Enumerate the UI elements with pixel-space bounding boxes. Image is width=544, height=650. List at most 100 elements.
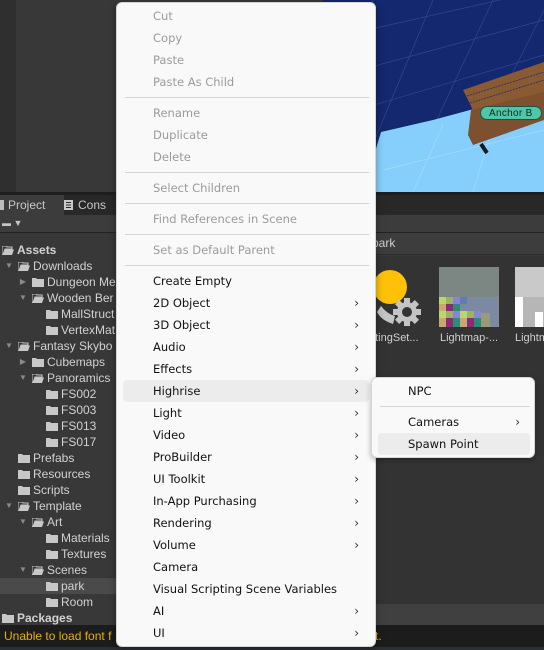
chevron-right-icon: › (354, 318, 359, 332)
tree-item-wooden-bench[interactable]: ▼ Wooden Ber (0, 290, 125, 306)
folder-icon (46, 598, 58, 607)
tree-item-materials[interactable]: Materials (0, 530, 125, 546)
lightmap-1-thumbnail[interactable] (515, 267, 544, 327)
tree-item-label: Panoramics (47, 371, 111, 385)
lightmap-0-thumbnail[interactable] (439, 267, 499, 327)
menu-item-light[interactable]: Light › (123, 402, 369, 424)
expand-arrow-down-icon[interactable]: ▼ (18, 562, 28, 578)
menu-item-ui-toolkit[interactable]: UI Toolkit › (123, 468, 369, 490)
menu-item-copy[interactable]: Copy (123, 27, 369, 49)
menu-item-paste[interactable]: Paste (123, 49, 369, 71)
menu-item-2d-object[interactable]: 2D Object › (123, 292, 369, 314)
menu-item-set-as-default-parent[interactable]: Set as Default Parent (123, 239, 369, 261)
menu-item-volume[interactable]: Volume › (123, 534, 369, 556)
expand-arrow-down-icon[interactable]: ▼ (4, 498, 14, 514)
menu-item-label: In-App Purchasing (153, 494, 257, 508)
menu-item-highrise[interactable]: Highrise › (123, 380, 369, 402)
menu-item-label: Cameras (408, 415, 460, 429)
menu-item-cut[interactable]: Cut (123, 5, 369, 27)
tab-console[interactable]: Cons (64, 195, 124, 215)
asset-label-lightingsettings[interactable]: htingSet... (369, 332, 419, 344)
folder-open-icon (32, 566, 44, 575)
asset-label-lightmap-1[interactable]: Lightm (515, 332, 544, 344)
menu-item-in-app-purchasing[interactable]: In-App Purchasing › (123, 490, 369, 512)
menu-item-ai[interactable]: AI › (123, 600, 369, 622)
menu-item-probuilder[interactable]: ProBuilder › (123, 446, 369, 468)
project-tree[interactable]: Assets ▼ Downloads ▶ Dungeon Me ▼ Wooden Ber Ma… (0, 234, 125, 625)
submenu-item-cameras[interactable]: Cameras › (378, 411, 530, 433)
folder-icon (46, 390, 58, 399)
menu-item-label: Video (153, 428, 186, 442)
menu-item-visual-scripting-scene-variables[interactable]: Visual Scripting Scene Variables (123, 578, 369, 600)
tree-item-cubemaps[interactable]: ▶ Cubemaps (0, 354, 125, 370)
menu-item-delete[interactable]: Delete (123, 146, 369, 168)
tree-item-panoramics[interactable]: ▼ Panoramics (0, 370, 125, 386)
menu-item-label: NPC (408, 384, 432, 398)
tree-item-scripts[interactable]: Scripts (0, 482, 125, 498)
expand-arrow-down-icon[interactable]: ▼ (18, 290, 28, 306)
menu-item-duplicate[interactable]: Duplicate (123, 124, 369, 146)
tree-item-art[interactable]: ▼ Art (0, 514, 125, 530)
menu-item-paste-as-child[interactable]: Paste As Child (123, 71, 369, 93)
tree-item-scenes[interactable]: ▼ Scenes (0, 562, 125, 578)
menu-item-select-children[interactable]: Select Children (123, 177, 369, 199)
tree-item-downloads[interactable]: ▼ Downloads (0, 258, 125, 274)
menu-item-label: Find References in Scene (153, 212, 297, 226)
tree-item-label: Fantasy Skybo (33, 339, 113, 353)
expand-arrow-down-icon[interactable]: ▼ (18, 370, 28, 386)
tree-item-dungeon-mesh[interactable]: ▶ Dungeon Me (0, 274, 125, 290)
tree-item-park[interactable]: park (0, 578, 125, 594)
menu-item-label: Volume (153, 538, 196, 552)
tree-item-packages[interactable]: Packages (0, 610, 125, 626)
tab-project[interactable]: Project (0, 195, 64, 215)
expand-arrow-down-icon[interactable]: ▼ (4, 258, 14, 274)
asset-label-lightmap-0[interactable]: Lightmap-... (440, 332, 498, 344)
tree-item-mallstructure[interactable]: MallStruct (0, 306, 125, 322)
expand-arrow-right-icon[interactable]: ▶ (18, 354, 28, 370)
menu-item-video[interactable]: Video › (123, 424, 369, 446)
tree-item-room[interactable]: Room (0, 594, 125, 610)
chevron-right-icon: › (354, 340, 359, 354)
menu-item-rendering[interactable]: Rendering › (123, 512, 369, 534)
menu-item-label: Camera (153, 560, 199, 574)
tree-item-fs003[interactable]: FS003 (0, 402, 125, 418)
menu-item-label: Set as Default Parent (153, 243, 275, 257)
folder-open-icon (32, 374, 44, 383)
tree-item-assets[interactable]: Assets (0, 242, 125, 258)
tree-item-template[interactable]: ▼ Template (0, 498, 125, 514)
menu-item-effects[interactable]: Effects › (123, 358, 369, 380)
expand-arrow-right-icon[interactable]: ▶ (18, 274, 28, 290)
folder-open-icon (32, 294, 44, 303)
tree-item-fs002[interactable]: FS002 (0, 386, 125, 402)
tree-item-textures[interactable]: Textures (0, 546, 125, 562)
tab-project-label: Project (8, 198, 46, 212)
tree-item-resources[interactable]: Resources (0, 466, 125, 482)
folder-open-icon (2, 246, 14, 255)
expand-arrow-down-icon[interactable]: ▼ (4, 338, 14, 354)
menu-item-create-empty[interactable]: Create Empty (123, 270, 369, 292)
tree-item-fs017[interactable]: FS017 (0, 434, 125, 450)
menu-item-rename[interactable]: Rename (123, 102, 369, 124)
tree-item-fs013[interactable]: FS013 (0, 418, 125, 434)
tree-item-prefabs[interactable]: Prefabs (0, 450, 125, 466)
menu-item-audio[interactable]: Audio › (123, 336, 369, 358)
tree-item-fantasy-skybox[interactable]: ▼ Fantasy Skybo (0, 338, 125, 354)
menu-item-find-references-in-scene[interactable]: Find References in Scene (123, 208, 369, 230)
submenu-item-spawn-point[interactable]: Spawn Point (378, 433, 530, 455)
tree-item-label: Dungeon Me (47, 275, 116, 289)
tree-item-vertexmaterials[interactable]: VertexMat (0, 322, 125, 338)
menu-item-label: Duplicate (153, 128, 208, 142)
create-dropdown[interactable]: ▬ ▼ (2, 218, 22, 228)
menu-item-3d-object[interactable]: 3D Object › (123, 314, 369, 336)
tree-item-label: Art (47, 515, 63, 529)
submenu-item-npc[interactable]: NPC (378, 380, 530, 402)
expand-arrow-down-icon[interactable]: ▼ (18, 514, 28, 530)
menu-item-camera[interactable]: Camera (123, 556, 369, 578)
menu-item-ui[interactable]: UI › (123, 622, 369, 644)
folder-open-icon (18, 502, 30, 511)
menu-item-label: UI (153, 626, 165, 640)
status-message[interactable]: Unable to load font f (4, 629, 111, 643)
tree-item-label: FS017 (61, 435, 97, 449)
anchor-gizmo-label[interactable]: Anchor B (480, 106, 542, 120)
tree-item-label: Materials (61, 531, 110, 545)
